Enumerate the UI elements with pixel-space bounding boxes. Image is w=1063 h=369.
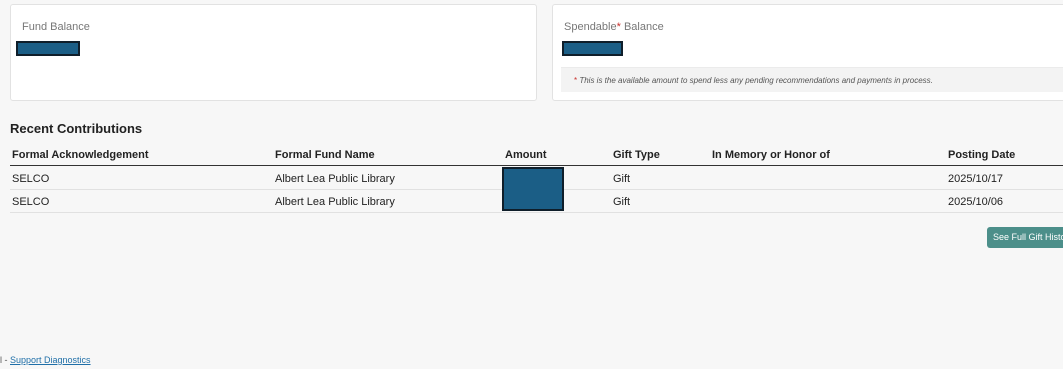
amount-redaction (502, 167, 564, 211)
acknowledgement-cell: SELCO (12, 196, 50, 208)
recent-contributions-title: Recent Contributions (10, 121, 143, 136)
posting-date-cell: 2025/10/06 (948, 196, 1004, 208)
column-header-acknowledgement: Formal Acknowledgement (12, 149, 149, 161)
fund-balance-label: Fund Balance (22, 21, 90, 33)
spendable-label-text: Spendable (564, 21, 617, 33)
column-header-amount: Amount (505, 149, 547, 161)
fund-name-cell: Albert Lea Public Library (275, 173, 395, 185)
column-header-fund-name: Formal Fund Name (275, 149, 375, 161)
contributions-table-header: Formal Acknowledgement Formal Fund Name … (10, 146, 1063, 166)
spendable-balance-redaction (562, 41, 623, 56)
fund-name-cell: Albert Lea Public Library (275, 196, 395, 208)
fund-balance-card: Fund Balance (10, 4, 537, 101)
column-header-posting-date: Posting Date (948, 149, 1016, 161)
column-header-memory-honor: In Memory or Honor of (712, 149, 830, 161)
footer: l - Support Diagnostics (0, 355, 91, 365)
column-header-gift-type: Gift Type (613, 149, 660, 161)
fund-balance-redaction (16, 41, 80, 56)
posting-date-cell: 2025/10/17 (948, 173, 1004, 185)
spendable-label-suffix: Balance (620, 21, 664, 33)
see-full-gift-history-button[interactable]: See Full Gift History (987, 227, 1063, 248)
acknowledgement-cell: SELCO (12, 173, 50, 185)
support-diagnostics-link[interactable]: Support Diagnostics (10, 355, 91, 365)
footer-prefix: l - (0, 355, 10, 365)
gift-type-cell: Gift (613, 196, 631, 208)
spendable-balance-card: Spendable* Balance * This is the availab… (552, 4, 1063, 101)
note-text: This is the available amount to spend le… (577, 76, 933, 85)
spendable-note: * This is the available amount to spend … (561, 67, 1063, 92)
spendable-balance-label: Spendable* Balance (564, 21, 664, 33)
gift-type-cell: Gift (613, 173, 631, 185)
